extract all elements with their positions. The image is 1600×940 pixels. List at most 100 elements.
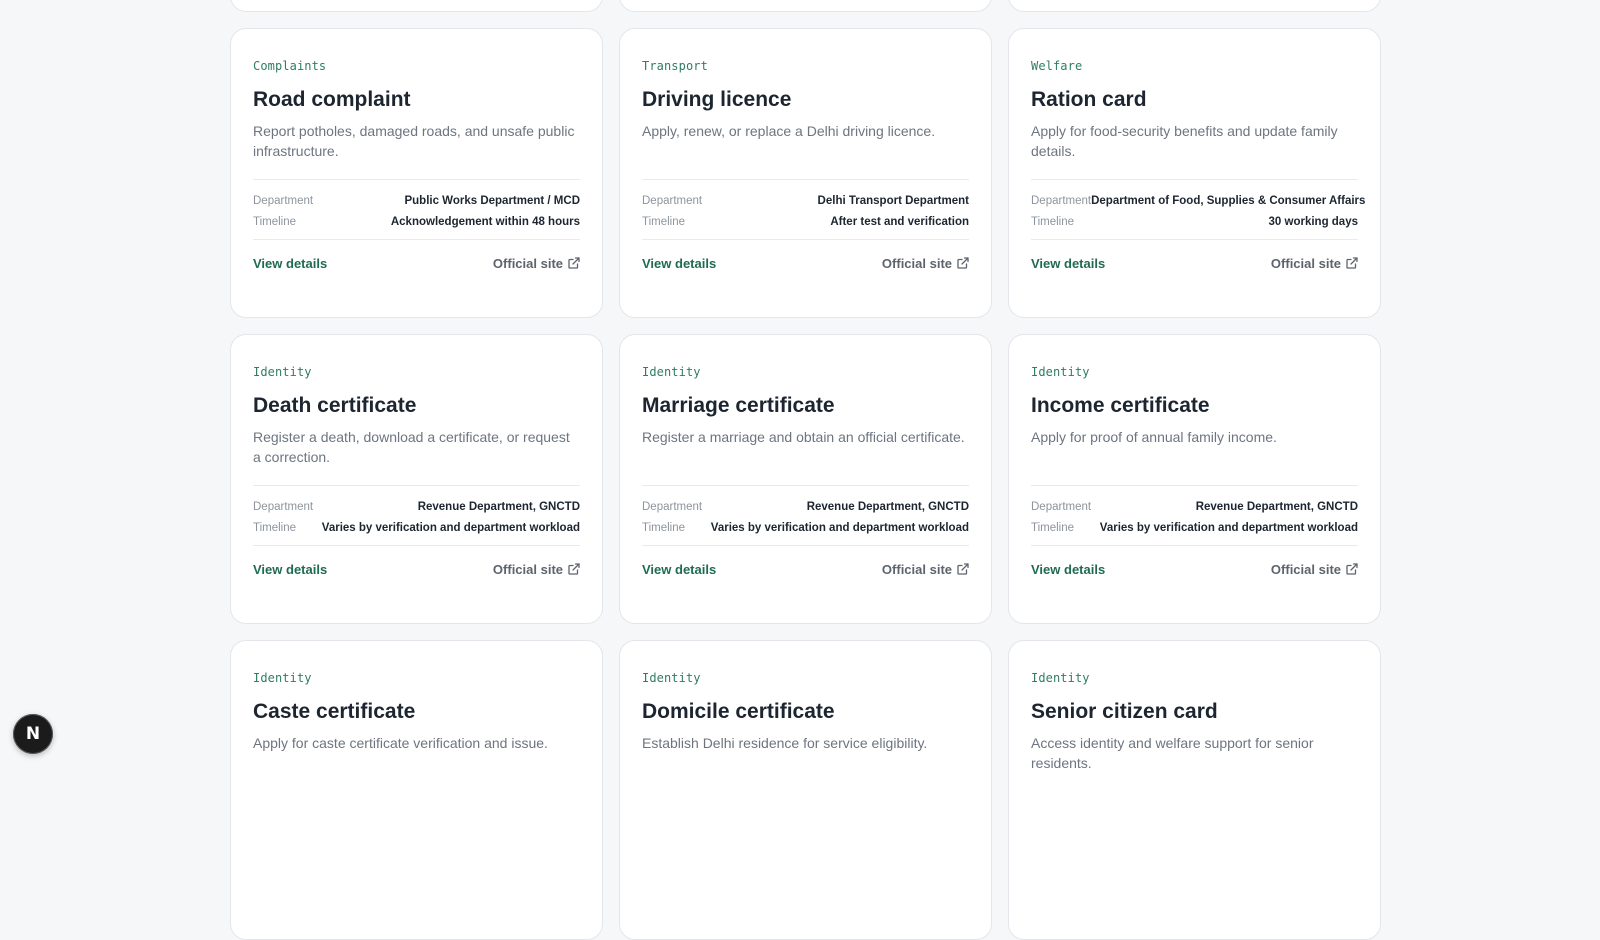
service-meta: Department Delhi Transport Department Ti… xyxy=(642,179,969,240)
service-description: Apply for food-security benefits and upd… xyxy=(1031,123,1338,159)
service-card: Identity Caste certificate Apply for cas… xyxy=(230,640,603,940)
external-link-icon xyxy=(1346,257,1358,269)
timeline-value: Varies by verification and department wo… xyxy=(710,521,969,534)
department-label: Department xyxy=(1031,500,1092,513)
official-site-link[interactable]: Official site xyxy=(1271,256,1358,271)
official-site-label: Official site xyxy=(881,255,952,271)
category-tag: Transport xyxy=(642,59,708,73)
service-meta: Department Public Works Department / MCD… xyxy=(253,179,580,240)
official-site-label: Official site xyxy=(492,561,563,577)
service-title: Senior citizen card xyxy=(1031,700,1218,723)
view-details-link[interactable]: View details xyxy=(642,256,716,271)
official-site-link[interactable]: Official site xyxy=(493,256,580,271)
timeline-label: Timeline xyxy=(1031,521,1075,534)
department-label: Department xyxy=(642,500,703,513)
view-details-link[interactable]: View details xyxy=(253,256,327,271)
department-row: Department Revenue Department, GNCTD xyxy=(1031,496,1358,517)
timeline-value: After test and verification xyxy=(830,215,969,228)
service-description: Establish Delhi residence for service el… xyxy=(642,735,928,751)
category-tag: Identity xyxy=(253,671,312,685)
category-tag: Identity xyxy=(1031,671,1090,685)
category-tag: Identity xyxy=(642,365,701,379)
nextjs-logo-icon: N xyxy=(25,723,41,744)
official-site-label: Official site xyxy=(1270,561,1341,577)
department-label: Department xyxy=(642,194,703,207)
service-card-above xyxy=(230,0,603,12)
timeline-row: Timeline Acknowledgement within 48 hours xyxy=(253,211,580,232)
external-link-icon xyxy=(568,563,580,575)
service-meta: Department Department of Food, Supplies … xyxy=(1031,179,1365,240)
department-row: Department Delhi Transport Department xyxy=(642,190,969,211)
view-details-link[interactable]: View details xyxy=(253,562,327,577)
timeline-label: Timeline xyxy=(253,215,297,228)
card-actions: View details Official site xyxy=(642,240,969,286)
department-value: Revenue Department, GNCTD xyxy=(417,500,580,513)
service-card: Transport Driving licence Apply, renew, … xyxy=(619,28,992,318)
service-description: Apply for caste certificate verification… xyxy=(253,735,548,751)
nextjs-dev-tools-button[interactable]: N xyxy=(13,714,53,754)
timeline-row: Timeline Varies by verification and depa… xyxy=(1031,517,1358,538)
view-details-link[interactable]: View details xyxy=(642,562,716,577)
service-title: Death certificate xyxy=(253,394,417,417)
services-grid: Complaints Road complaint Report pothole… xyxy=(230,0,1381,940)
external-link-icon xyxy=(1346,563,1358,575)
timeline-value: Acknowledgement within 48 hours xyxy=(390,215,580,228)
card-actions: View details Official site xyxy=(253,546,580,592)
service-card: Identity Marriage certificate Register a… xyxy=(619,334,992,624)
timeline-row: Timeline 30 working days xyxy=(1031,211,1358,232)
card-actions: View details Official site xyxy=(253,240,580,286)
service-title: Income certificate xyxy=(1031,394,1210,417)
department-row: Department Department of Food, Supplies … xyxy=(1031,190,1365,211)
timeline-value: Varies by verification and department wo… xyxy=(321,521,580,534)
external-link-icon xyxy=(957,563,969,575)
department-label: Department xyxy=(1031,194,1092,207)
department-row: Department Public Works Department / MCD xyxy=(253,190,580,211)
timeline-row: Timeline Varies by verification and depa… xyxy=(642,517,969,538)
view-details-link[interactable]: View details xyxy=(1031,562,1105,577)
category-tag: Identity xyxy=(642,671,701,685)
timeline-label: Timeline xyxy=(642,521,686,534)
service-card: Identity Senior citizen card Access iden… xyxy=(1008,640,1381,940)
timeline-label: Timeline xyxy=(1031,215,1075,228)
category-tag: Identity xyxy=(253,365,312,379)
service-title: Road complaint xyxy=(253,88,411,111)
service-description: Report potholes, damaged roads, and unsa… xyxy=(253,123,575,159)
department-value: Department of Food, Supplies & Consumer … xyxy=(1091,194,1366,207)
department-label: Department xyxy=(253,500,314,513)
service-title: Marriage certificate xyxy=(642,394,835,417)
view-details-link[interactable]: View details xyxy=(1031,256,1105,271)
service-card: Identity Death certificate Register a de… xyxy=(230,334,603,624)
department-value: Public Works Department / MCD xyxy=(404,194,580,207)
service-card: Identity Income certificate Apply for pr… xyxy=(1008,334,1381,624)
category-tag: Identity xyxy=(1031,365,1090,379)
official-site-link[interactable]: Official site xyxy=(1271,562,1358,577)
official-site-link[interactable]: Official site xyxy=(882,562,969,577)
category-tag: Complaints xyxy=(253,59,327,73)
service-card: Identity Domicile certificate Establish … xyxy=(619,640,992,940)
timeline-label: Timeline xyxy=(253,521,297,534)
service-card-above xyxy=(1008,0,1381,12)
category-tag: Welfare xyxy=(1031,59,1083,73)
service-description: Apply for proof of annual family income. xyxy=(1031,429,1277,445)
official-site-label: Official site xyxy=(492,255,563,271)
official-site-link[interactable]: Official site xyxy=(493,562,580,577)
service-description: Register a death, download a certificate… xyxy=(253,429,570,465)
department-label: Department xyxy=(253,194,314,207)
department-value: Revenue Department, GNCTD xyxy=(806,500,969,513)
official-site-label: Official site xyxy=(1270,255,1341,271)
department-value: Delhi Transport Department xyxy=(817,194,969,207)
official-site-label: Official site xyxy=(881,561,952,577)
timeline-row: Timeline Varies by verification and depa… xyxy=(253,517,580,538)
timeline-row: Timeline After test and verification xyxy=(642,211,969,232)
service-title: Driving licence xyxy=(642,88,792,111)
service-title: Domicile certificate xyxy=(642,700,835,723)
service-description: Register a marriage and obtain an offici… xyxy=(642,429,965,445)
service-card-above xyxy=(619,0,992,12)
external-link-icon xyxy=(568,257,580,269)
official-site-link[interactable]: Official site xyxy=(882,256,969,271)
timeline-value: Varies by verification and department wo… xyxy=(1099,521,1358,534)
external-link-icon xyxy=(957,257,969,269)
service-title: Caste certificate xyxy=(253,700,416,723)
department-row: Department Revenue Department, GNCTD xyxy=(253,496,580,517)
department-row: Department Revenue Department, GNCTD xyxy=(642,496,969,517)
